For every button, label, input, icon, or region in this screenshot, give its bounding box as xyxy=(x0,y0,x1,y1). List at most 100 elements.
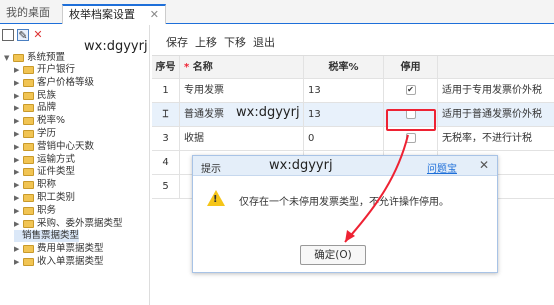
tree-node[interactable]: ▶ 职工类别 xyxy=(14,192,75,204)
row-rate: 13 xyxy=(304,79,384,102)
tree-node[interactable]: ▶ 费用单票据类型 xyxy=(14,243,104,255)
tree-node-label: 学历 xyxy=(37,128,57,139)
expand-icon[interactable]: ▶ xyxy=(14,128,22,140)
folder-icon xyxy=(23,104,34,113)
folder-icon xyxy=(23,206,34,215)
tree-node-label: 品牌 xyxy=(37,102,57,114)
expand-icon[interactable]: ▶ xyxy=(14,90,22,102)
expand-icon[interactable]: ▶ xyxy=(14,218,22,230)
tree-node-root[interactable]: ▼ 系统预置 xyxy=(4,52,65,64)
folder-icon xyxy=(23,78,34,87)
tree-node-label: 运输方式 xyxy=(37,153,76,165)
tree-node[interactable]: ▶ 客户价格等级 xyxy=(14,77,94,89)
exit-button[interactable]: 退出 xyxy=(253,36,275,49)
tab-close-icon[interactable]: ✕ xyxy=(150,6,159,24)
folder-icon xyxy=(13,54,24,62)
tree-node-label: 采购、委外票据类型 xyxy=(37,217,123,229)
tree-node-label: 收入单票据类型 xyxy=(37,256,104,267)
ok-button[interactable]: 确定(O) xyxy=(300,245,366,265)
tree-node-label: 职称 xyxy=(37,179,57,191)
tree-node[interactable]: ▶ 证件类型 xyxy=(14,166,75,178)
move-down-button[interactable]: 下移 xyxy=(224,36,246,49)
expand-icon[interactable]: ▶ xyxy=(14,179,22,191)
tree-node[interactable]: ▶ 职称 xyxy=(14,179,56,191)
row-disable[interactable]: ✔ xyxy=(384,79,438,102)
folder-icon xyxy=(23,91,34,100)
dialog-title: 提示 xyxy=(201,164,221,175)
table-row[interactable]: 1 专用发票 13 ✔ 适用于专用发票价外税 xyxy=(152,79,554,103)
dialog-close-icon[interactable]: ✕ xyxy=(479,158,489,172)
disable-checkbox[interactable] xyxy=(405,133,416,143)
expand-icon[interactable]: ▶ xyxy=(14,102,22,114)
expand-icon[interactable]: ▶ xyxy=(14,154,22,166)
tree-node-label: 证件类型 xyxy=(37,166,76,178)
edit-icon[interactable]: ✎ xyxy=(17,29,29,42)
tree-node-label: 销售票据类型 xyxy=(22,230,80,242)
row-number: 5 xyxy=(152,175,180,198)
expand-icon[interactable]: ▶ xyxy=(14,64,22,76)
col-no-header: 序号 xyxy=(152,56,180,78)
table-row[interactable]: 3 收据 0 无税率，不进行计税 xyxy=(152,127,554,151)
prompt-dialog: 提示 wx:dgyyrj 问题宝 ✕ ! 仅存在一个未停用发票类型，不允许操作停… xyxy=(192,155,498,273)
tree-node[interactable]: 销售票据类型 xyxy=(14,230,80,243)
row-name: 专用发票 xyxy=(180,79,304,102)
watermark: wx:dgyyrj xyxy=(84,39,148,54)
tree-node[interactable]: ▶ 营销中心天数 xyxy=(14,141,94,153)
folder-icon xyxy=(23,219,34,228)
tree-node-label: 职务 xyxy=(37,204,57,216)
row-number: 4 xyxy=(152,151,180,174)
row-remark: 无税率，不进行计税 xyxy=(442,133,532,144)
row-number: 1 xyxy=(152,79,180,102)
collapse-icon[interactable]: ▼ xyxy=(4,52,12,64)
tree-node[interactable]: ▶ 学历 xyxy=(14,128,56,140)
expand-icon[interactable]: ▶ xyxy=(14,256,22,268)
folder-icon xyxy=(23,181,34,190)
tab-home[interactable]: 我的桌面 xyxy=(0,4,56,24)
delete-icon[interactable]: ✕ xyxy=(32,29,44,41)
row-number: ⌶ xyxy=(152,103,180,126)
folder-icon xyxy=(23,168,34,177)
folder-icon xyxy=(23,117,34,126)
tree-node-label: 民族 xyxy=(37,89,57,101)
help-link[interactable]: 问题宝 xyxy=(427,160,457,175)
row-remark: 适用于普通发票价外税 xyxy=(442,109,542,120)
tab-enum-archive[interactable]: 枚举档案设置 ✕ xyxy=(62,4,166,24)
expand-icon[interactable]: ▶ xyxy=(14,243,22,255)
toolbar: 保存 上移 下移 退出 xyxy=(166,34,282,50)
tree-node-label: 系统预置 xyxy=(27,52,66,63)
tree-node[interactable]: ▶ 运输方式 xyxy=(14,154,75,166)
folder-icon xyxy=(23,142,34,151)
save-button[interactable]: 保存 xyxy=(166,36,188,49)
folder-icon xyxy=(23,245,34,254)
expand-icon[interactable]: ▶ xyxy=(14,205,22,217)
table-row[interactable]: ⌶ 普通发票 13 适用于普通发票价外税 xyxy=(152,103,554,127)
tree-node[interactable]: ▶ 民族 xyxy=(14,90,56,102)
highlight-box xyxy=(386,109,436,131)
tree-node[interactable]: ▶ 税率% xyxy=(14,115,65,127)
expand-icon[interactable]: ▶ xyxy=(14,141,22,153)
category-tree: ✎ ✕ wx:dgyyrj ▼ 系统预置 ▶ 开户银行 ▶ 客户价格等级 ▶ 民族 ▶ 品牌 ▶ 税率… xyxy=(0,25,150,305)
tree-node[interactable]: ▶ 品牌 xyxy=(14,102,56,114)
tree-node-label: 税率% xyxy=(37,115,66,127)
tree-node[interactable]: ▶ 采购、委外票据类型 xyxy=(14,218,123,230)
tree-node-label: 营销中心天数 xyxy=(37,140,95,152)
row-rate: 0 xyxy=(304,127,384,150)
col-remark-header xyxy=(438,56,554,78)
expand-icon[interactable]: ▶ xyxy=(14,115,22,127)
tree-node[interactable]: ▶ 开户银行 xyxy=(14,64,75,76)
tree-node-label: 职工类别 xyxy=(37,192,76,203)
copy-icon[interactable] xyxy=(2,29,14,41)
tree-node[interactable]: ▶ 收入单票据类型 xyxy=(14,256,104,268)
expand-icon[interactable]: ▶ xyxy=(14,192,22,204)
row-rate: 13 xyxy=(304,103,384,126)
tree-node[interactable]: ▶ 职务 xyxy=(14,205,56,217)
move-up-button[interactable]: 上移 xyxy=(195,36,217,49)
dialog-header: 提示 wx:dgyyrj 问题宝 ✕ xyxy=(193,156,497,176)
watermark: wx:dgyyrj xyxy=(236,105,300,120)
tab-bar: 我的桌面 枚举档案设置 ✕ xyxy=(0,0,554,24)
folder-icon xyxy=(23,258,34,266)
row-remark: 适用于专用发票价外税 xyxy=(442,85,542,96)
disable-checkbox[interactable]: ✔ xyxy=(405,85,416,95)
expand-icon[interactable]: ▶ xyxy=(14,166,22,178)
expand-icon[interactable]: ▶ xyxy=(14,77,22,89)
